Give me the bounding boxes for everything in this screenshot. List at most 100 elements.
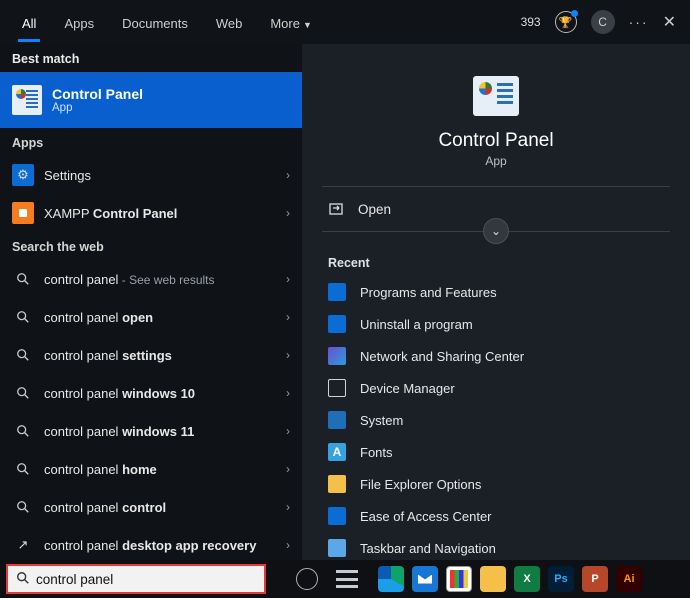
- recent-label: Device Manager: [360, 381, 455, 396]
- recent-item[interactable]: Network and Sharing Center: [322, 340, 670, 372]
- chevron-right-icon: ›: [286, 348, 290, 362]
- recent-item[interactable]: System: [322, 404, 670, 436]
- result-label: control panel desktop app recovery: [44, 538, 276, 553]
- web-result[interactable]: control panel settings ›: [0, 336, 302, 374]
- web-result[interactable]: control panel home ›: [0, 450, 302, 488]
- web-result[interactable]: ↗ control panel desktop app recovery ›: [0, 526, 302, 560]
- recent-item[interactable]: Ease of Access Center: [322, 500, 670, 532]
- search-box[interactable]: [6, 564, 266, 594]
- result-label: control panel home: [44, 462, 276, 477]
- web-result[interactable]: control panel windows 11 ›: [0, 412, 302, 450]
- result-label: control panel windows 10: [44, 386, 276, 401]
- result-label: control panel settings: [44, 348, 276, 363]
- box-grad-icon: [328, 347, 346, 365]
- chevron-right-icon: ›: [286, 386, 290, 400]
- taskbar-app-mail[interactable]: [412, 566, 438, 592]
- close-button[interactable]: ✕: [663, 12, 676, 32]
- taskbar-app-powerpoint[interactable]: P: [582, 566, 608, 592]
- result-label: XAMPP Control Panel: [44, 206, 276, 221]
- taskbar-app-explorer[interactable]: [480, 566, 506, 592]
- recent-item[interactable]: Programs and Features: [322, 276, 670, 308]
- chevron-right-icon: ›: [286, 168, 290, 182]
- more-options-button[interactable]: ···: [629, 14, 649, 30]
- taskbar-icon: [328, 539, 346, 557]
- taskbar-app-edge[interactable]: [378, 566, 404, 592]
- search-icon: [12, 306, 34, 328]
- app-result[interactable]: ⚙ Settings ›: [0, 156, 302, 194]
- cortana-button[interactable]: [296, 568, 318, 590]
- recent-label: Network and Sharing Center: [360, 349, 524, 364]
- recent-item[interactable]: File Explorer Options: [322, 468, 670, 500]
- results-panel: Best match Control Panel App Apps ⚙ Setti…: [0, 44, 302, 560]
- settings-icon: ⚙: [12, 164, 34, 186]
- chevron-right-icon: ›: [286, 500, 290, 514]
- recent-item[interactable]: AFonts: [322, 436, 670, 468]
- best-match-title: Control Panel: [52, 86, 143, 102]
- account-avatar[interactable]: C: [591, 10, 615, 34]
- search-icon: [12, 344, 34, 366]
- web-result[interactable]: control panel windows 10 ›: [0, 374, 302, 412]
- result-label: control panel windows 11: [44, 424, 276, 439]
- tab-apps[interactable]: Apps: [50, 4, 108, 41]
- result-label: control panel control: [44, 500, 276, 515]
- search-tabs: All Apps Documents Web More▼: [8, 4, 326, 41]
- recent-label: Programs and Features: [360, 285, 497, 300]
- chevron-right-icon: ›: [286, 206, 290, 220]
- taskbar-app-store[interactable]: [446, 566, 472, 592]
- chevron-right-icon: ›: [286, 424, 290, 438]
- recent-label: System: [360, 413, 403, 428]
- recent-label: Uninstall a program: [360, 317, 473, 332]
- search-icon: [12, 458, 34, 480]
- recent-label: File Explorer Options: [360, 477, 481, 492]
- recent-label: Ease of Access Center: [360, 509, 492, 524]
- open-label: Open: [358, 202, 391, 217]
- tab-all[interactable]: All: [8, 4, 50, 41]
- task-view-button[interactable]: [336, 570, 358, 588]
- chevron-right-icon: ›: [286, 462, 290, 476]
- xampp-icon: [12, 202, 34, 224]
- result-label: control panel - See web results: [44, 272, 276, 287]
- box-blue-icon: [328, 315, 346, 333]
- result-label: Settings: [44, 168, 276, 183]
- preview-panel: Control Panel App Open ⌄ Recent Programs…: [302, 44, 690, 560]
- recent-item[interactable]: Uninstall a program: [322, 308, 670, 340]
- taskbar-app-illustrator[interactable]: Ai: [616, 566, 642, 592]
- taskbar: X Ps P Ai: [0, 560, 690, 598]
- section-apps: Apps: [0, 128, 302, 156]
- recent-item[interactable]: Device Manager: [322, 372, 670, 404]
- rewards-icon[interactable]: 🏆: [555, 11, 577, 33]
- preview-title: Control Panel: [322, 130, 670, 152]
- result-label: control panel open: [44, 310, 276, 325]
- tab-documents[interactable]: Documents: [108, 4, 202, 41]
- folder-icon: [328, 475, 346, 493]
- chevron-right-icon: ›: [286, 272, 290, 286]
- recent-item[interactable]: Taskbar and Navigation: [322, 532, 670, 560]
- gear-icon: [328, 507, 346, 525]
- recent-label: Taskbar and Navigation: [360, 541, 496, 556]
- rewards-points: 393: [521, 15, 541, 29]
- web-result[interactable]: control panel open ›: [0, 298, 302, 336]
- search-input[interactable]: [36, 572, 256, 587]
- open-icon: [328, 201, 344, 217]
- preview-subtitle: App: [322, 154, 670, 168]
- chevron-right-icon: ›: [286, 538, 290, 552]
- tab-web[interactable]: Web: [202, 4, 257, 41]
- tab-more[interactable]: More▼: [256, 4, 326, 41]
- app-result[interactable]: XAMPP Control Panel ›: [0, 194, 302, 232]
- external-link-icon: ↗: [12, 534, 34, 556]
- section-recent: Recent: [322, 256, 670, 270]
- best-match-result[interactable]: Control Panel App: [0, 72, 302, 128]
- section-search-web: Search the web: [0, 232, 302, 260]
- taskbar-app-photoshop[interactable]: Ps: [548, 566, 574, 592]
- search-icon: [12, 268, 34, 290]
- search-icon: [12, 382, 34, 404]
- control-panel-icon: [12, 85, 42, 115]
- taskbar-app-excel[interactable]: X: [514, 566, 540, 592]
- search-icon: [12, 420, 34, 442]
- chevron-right-icon: ›: [286, 310, 290, 324]
- expand-chevron-button[interactable]: ⌄: [483, 218, 509, 244]
- section-best-match: Best match: [0, 44, 302, 72]
- web-result[interactable]: control panel control ›: [0, 488, 302, 526]
- web-result[interactable]: control panel - See web results ›: [0, 260, 302, 298]
- font-icon: A: [328, 443, 346, 461]
